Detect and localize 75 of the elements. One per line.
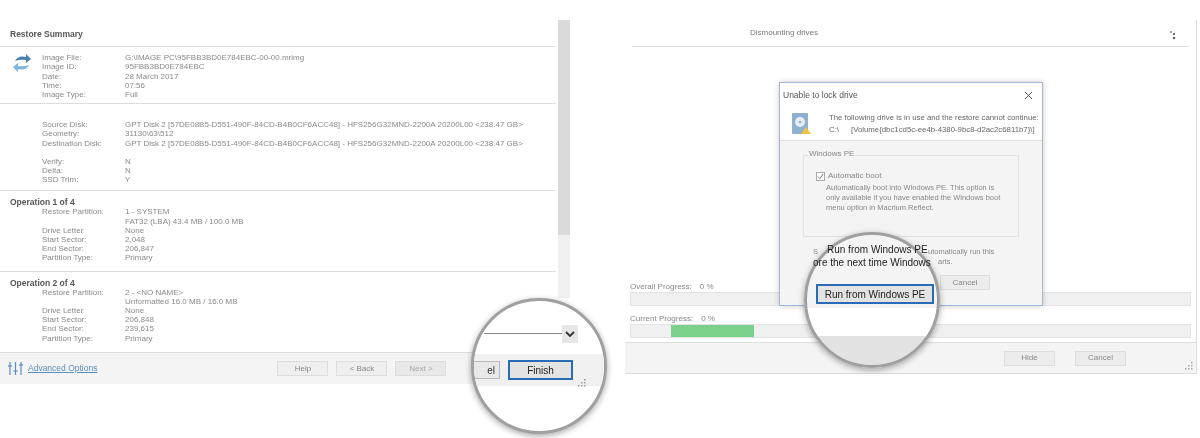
field-value: Full [125,90,138,100]
cancel-button[interactable]: el [474,361,500,379]
field-value: Primary [125,333,153,343]
field-value: N [125,156,131,167]
field-label: Partition Type: [42,333,94,343]
field-value: GPT Disk 2 [57DE08B5-D551-490F-84CD-B4B0CF6ACC48] - HFS256G32MND-2200A 20200L00 <238.47 GB> [125,138,523,148]
field-label: Restore Partition: [42,287,105,299]
field-label: End Sector: [42,324,85,334]
operation-title: Operation 1 of 4 [9,197,76,208]
operation-title: Operation 2 of 4 [9,277,76,288]
field-value: Y [125,175,131,185]
section-title: Restore Summary [9,28,84,41]
field-label: Date: [42,71,63,81]
field-value: Primary [125,253,153,263]
wizard-button[interactable]: < Back [336,361,388,376]
dialog-button[interactable]: Hide [1004,350,1055,366]
field-label: End Sector: [42,244,85,254]
field-label: Drive Letter [42,306,85,316]
progress-label: Current Progress: [630,313,694,324]
checkbox-label: Automatic boot [828,170,882,182]
chevron-down-icon[interactable] [562,325,578,343]
field-value: None [125,225,145,236]
sliders-icon [8,361,23,376]
checkbox[interactable] [816,171,825,181]
field-label: Image ID: [42,62,78,72]
refresh-icon [12,53,32,74]
field-value: 2,048 [125,235,146,245]
field-label: Restore Partition: [42,207,105,219]
run-from-windows-pe-button[interactable]: Run from Windows PE [816,284,934,304]
field-label: Destination Disk: [42,138,104,148]
dialog-button[interactable]: Cancel [1075,350,1126,366]
field-value: N [125,166,131,176]
field-value: 07:56 [125,80,146,90]
progress-label: Overall Progress: [630,281,692,292]
field-value: Unformatted 16.0 MB / 16.0 MB [125,296,238,307]
field-label: Drive Letter [42,225,85,236]
spinner-icon [1169,30,1177,40]
field-value: 1 - SYSTEM [125,207,171,217]
progress-value: 0 % [699,281,714,292]
field-label: Image Type: [42,90,87,100]
wizard-button[interactable]: Help [277,361,329,376]
field-value: FAT32 (LBA) 43.4 MB / 100.0 MB [125,216,244,226]
drive-warning-icon [792,112,812,135]
resize-grip-icon [578,379,586,387]
field-value: G:\IMAGE PC\95FBB3BD0E784EBC-00-00.mrimg [125,53,305,63]
field-value: None [125,306,145,316]
status-text: Dismounting drives [750,27,819,39]
finish-button[interactable]: Finish [508,360,573,380]
scrollbar[interactable] [558,20,570,298]
field-label: Start Sector: [42,235,88,245]
field-label: Delta: [42,166,64,176]
resize-grip-icon [1185,362,1193,370]
field-value: 2 - <NO NAME> [125,287,185,297]
field-label: SSD Trim: [42,175,80,185]
field-value: 206,847 [125,244,154,254]
field-label: Verify: [42,156,66,167]
field-label: Source Disk: [42,120,89,130]
field-label: Partition Type: [42,253,94,263]
field-value: 31130\63\512 [125,129,174,139]
close-icon[interactable] [1024,90,1033,100]
field-value: 239,615 [125,324,154,334]
field-value: 95FBB3BD0E784EBC [125,62,205,72]
field-label: Geometry: [42,129,81,139]
progress-value: 0 % [701,313,715,324]
field-value: 28 March 2017 [125,71,179,81]
field-value: GPT Disk 2 [57DE08B5-D551-490F-84CD-B4B0CF6ACC48] - HFS256G32MND-2200A 20200L00 <238.47 GB> [125,120,523,130]
field-label: Start Sector: [42,315,88,325]
dialog-title: Unable to lock drive [783,88,858,102]
lens-text: ore the next time Windows [813,257,931,269]
advanced-options-link[interactable]: Advanced Options [28,362,98,375]
field-label: Time: [42,80,63,90]
cancel-button[interactable]: Cancel [940,275,990,290]
lens-heading: Run from Windows PE [827,244,928,255]
field-label: Image File: [42,53,83,63]
field-value: 206,848 [125,315,154,325]
